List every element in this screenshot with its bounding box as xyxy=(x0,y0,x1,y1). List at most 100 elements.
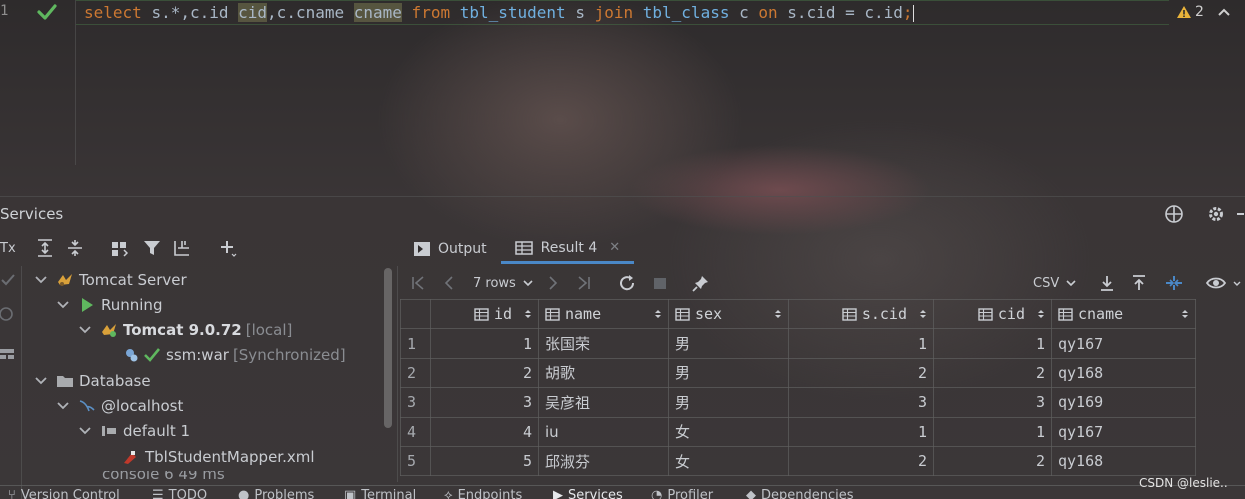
table-cell-sex[interactable]: 男 xyxy=(668,357,789,389)
table-cell-cname[interactable]: qy167 xyxy=(1051,328,1196,359)
minimize-icon[interactable] xyxy=(1236,204,1244,224)
table-cell-cid[interactable]: 2 xyxy=(933,357,1052,389)
stop-icon[interactable] xyxy=(652,274,668,292)
next-page-icon[interactable] xyxy=(546,274,560,292)
tool-window-services[interactable]: ▶ Services xyxy=(553,488,623,499)
tree-item-mapper-file[interactable]: TblStudentMapper.xml xyxy=(122,445,315,469)
table-row[interactable]: 4 4 iu 女 1 1 qy167 xyxy=(400,416,1196,447)
table-row[interactable]: 2 2 胡歌男 2 2 qy168 xyxy=(400,357,1196,389)
column-header[interactable]: s.cid xyxy=(788,298,934,330)
table-row[interactable]: 3 3 吴彦祖男 3 3 qy169 xyxy=(400,387,1196,418)
table-cell-sex[interactable]: 男 xyxy=(668,387,789,418)
chevron-down-icon[interactable] xyxy=(56,298,70,312)
tree-item-database[interactable]: Database xyxy=(34,369,151,393)
upload-icon[interactable] xyxy=(1130,274,1148,292)
tree-item-running[interactable]: Running xyxy=(56,293,162,317)
column-header[interactable]: id xyxy=(430,298,539,330)
tool-window-todo[interactable]: ☰ TODO xyxy=(152,488,207,499)
table-cell-cname[interactable]: qy167 xyxy=(1051,416,1196,447)
sort-icon[interactable] xyxy=(654,308,662,320)
sort-icon[interactable] xyxy=(1181,308,1189,320)
check-icon[interactable] xyxy=(0,272,16,288)
tree-item-console[interactable]: console 6 49 ms xyxy=(102,471,225,482)
sql-editor[interactable]: 1 select s.*,c.id cid,c.cname cname from… xyxy=(0,0,1245,165)
filter-icon[interactable] xyxy=(142,238,162,258)
compare-icon[interactable] xyxy=(1164,274,1184,292)
table-cell-scid[interactable]: 1 xyxy=(788,328,934,359)
previous-page-icon[interactable] xyxy=(442,274,456,292)
group-icon[interactable] xyxy=(110,238,130,258)
stop-icon[interactable] xyxy=(0,306,16,322)
result-table[interactable]: id name sex s.cid cid cname 1 1 张国荣男 1 1 qy167 2 2 胡歌… xyxy=(400,298,1196,477)
table-cell-scid[interactable]: 2 xyxy=(788,445,934,477)
column-header[interactable]: sex xyxy=(668,298,789,330)
tx-button[interactable]: Tx xyxy=(0,238,16,258)
pin-icon[interactable] xyxy=(692,274,710,292)
table-cell-cname[interactable]: qy168 xyxy=(1051,357,1196,389)
chevron-down-icon[interactable] xyxy=(78,323,92,337)
tree-item-tomcat-server[interactable]: Tomcat Server xyxy=(34,268,187,292)
new-tab-icon[interactable] xyxy=(172,238,194,258)
expand-all-icon[interactable] xyxy=(36,238,54,258)
table-cell-scid[interactable]: 2 xyxy=(788,357,934,389)
table-cell-id[interactable]: 3 xyxy=(430,387,539,418)
gear-icon[interactable] xyxy=(1206,204,1226,224)
table-cell-name[interactable]: 胡歌 xyxy=(538,357,669,389)
tab-result[interactable]: Result 4 ✕ xyxy=(500,234,635,264)
column-header[interactable]: cname xyxy=(1051,298,1196,330)
table-cell-cid[interactable]: 2 xyxy=(933,445,1052,477)
layout-icon[interactable] xyxy=(0,346,16,362)
column-header[interactable]: cid xyxy=(933,298,1052,330)
table-cell-cid[interactable]: 1 xyxy=(933,416,1052,447)
sort-icon[interactable] xyxy=(919,308,927,320)
chevron-down-icon[interactable] xyxy=(56,399,70,413)
table-cell-sex[interactable]: 女 xyxy=(668,416,789,447)
refresh-icon[interactable] xyxy=(618,274,636,292)
tool-window-dependencies[interactable]: ◆ Dependencies xyxy=(746,488,854,499)
eye-icon[interactable] xyxy=(1206,274,1226,292)
table-cell-sex[interactable]: 男 xyxy=(668,328,789,359)
table-cell-name[interactable]: 张国荣 xyxy=(538,328,669,359)
tool-window-endpoints[interactable]: ⟡ Endpoints xyxy=(444,488,522,499)
download-icon[interactable] xyxy=(1098,274,1116,292)
table-cell-cid[interactable]: 1 xyxy=(933,328,1052,359)
collapse-all-icon[interactable] xyxy=(66,238,84,258)
table-cell-cname[interactable]: qy168 xyxy=(1051,445,1196,477)
chevron-down-icon[interactable] xyxy=(78,424,92,438)
warnings-indicator[interactable]: 2 xyxy=(1176,4,1204,20)
rows-count-dropdown[interactable]: 7 rows xyxy=(473,274,534,292)
table-cell-name[interactable]: iu xyxy=(538,416,669,447)
close-icon[interactable]: ✕ xyxy=(609,240,620,255)
chevron-up-icon[interactable] xyxy=(1216,6,1232,18)
chevron-down-icon[interactable] xyxy=(34,273,48,287)
tree-scrollbar[interactable] xyxy=(384,268,392,428)
table-row[interactable]: 1 1 张国荣男 1 1 qy167 xyxy=(400,328,1196,359)
tree-item-localhost[interactable]: @localhost xyxy=(56,394,183,418)
sort-icon[interactable] xyxy=(524,308,532,320)
table-cell-id[interactable]: 4 xyxy=(430,416,539,447)
sql-statement[interactable]: select s.*,c.id cid,c.cname cname from t… xyxy=(76,0,1169,25)
sort-icon[interactable] xyxy=(774,308,782,320)
table-cell-name[interactable]: 邱淑芬 xyxy=(538,445,669,477)
services-tree[interactable]: Tomcat Server Running Tomcat 9.0.72 [loc… xyxy=(22,266,398,482)
table-cell-id[interactable]: 1 xyxy=(430,328,539,359)
crosshair-icon[interactable] xyxy=(1164,204,1184,224)
column-header[interactable]: name xyxy=(538,298,669,330)
table-cell-name[interactable]: 吴彦祖 xyxy=(538,387,669,418)
table-cell-cid[interactable]: 3 xyxy=(933,387,1052,418)
tree-item-tomcat-instance[interactable]: Tomcat 9.0.72 [local] xyxy=(78,318,292,342)
add-service-icon[interactable] xyxy=(218,238,238,258)
tool-window-version-control[interactable]: ⑂ Version Control xyxy=(8,488,120,499)
tree-item-artifact[interactable]: ssm:war [Synchronized] xyxy=(124,343,346,367)
table-cell-id[interactable]: 2 xyxy=(430,357,539,389)
table-cell-id[interactable]: 5 xyxy=(430,445,539,477)
tab-output[interactable]: Output xyxy=(400,234,501,264)
tool-window-problems[interactable]: ● Problems xyxy=(238,488,314,499)
sort-icon[interactable] xyxy=(1037,308,1045,320)
table-cell-scid[interactable]: 3 xyxy=(788,387,934,418)
table-cell-sex[interactable]: 女 xyxy=(668,445,789,477)
export-format-dropdown[interactable]: CSV xyxy=(1033,274,1077,292)
tool-window-profiler[interactable]: ◔ Profiler xyxy=(651,488,713,499)
table-row[interactable]: 5 5 邱淑芬女 2 2 qy168 xyxy=(400,445,1196,477)
chevron-down-icon[interactable] xyxy=(1232,274,1242,292)
